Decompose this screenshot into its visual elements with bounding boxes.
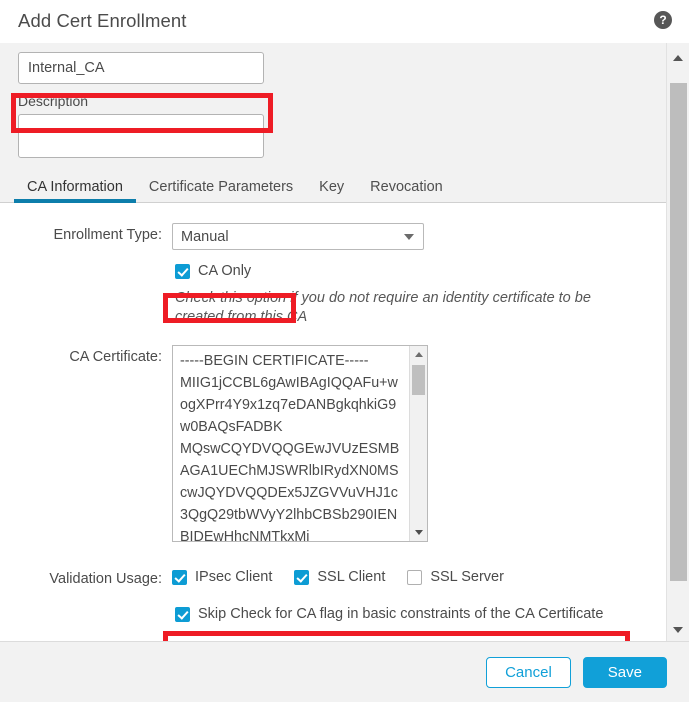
save-button[interactable]: Save [582,656,667,688]
description-input[interactable] [18,114,264,158]
dialog-scroll-content: Description CA Information Certificate P… [0,43,667,641]
page-scroll-up-arrow-icon[interactable] [667,49,689,67]
enrollment-type-row: Enrollment Type: Manual [0,223,667,250]
ca-only-label: CA Only [198,263,252,279]
scrollbar-thumb[interactable] [412,365,425,395]
dialog-scrollbar[interactable] [666,43,689,641]
ca-only-checkbox[interactable]: CA Only [175,263,251,279]
ca-certificate-value: -----BEGIN CERTIFICATE----- MIIG1jCCBL6g… [180,353,400,542]
enrollment-type-label: Enrollment Type: [53,227,162,243]
skip-ca-flag-check-checkbox[interactable]: Skip Check for CA flag in basic constrai… [175,606,603,622]
skip-ca-flag-check-label: Skip Check for CA flag in basic constrai… [198,606,604,622]
validation-ipsec-client-checkbox[interactable]: IPsec Client [172,569,272,585]
enrollment-type-select[interactable]: Manual [172,223,424,250]
page-title: Add Cert Enrollment [18,10,187,32]
add-cert-enrollment-dialog: Add Cert Enrollment ? Description CA Inf… [0,0,689,702]
validation-usage-row: Validation Usage: IPsec Client SSL Clien… [0,567,667,587]
page-scrollbar-thumb[interactable] [670,83,687,581]
validation-ssl-server-checkbox[interactable]: SSL Server [407,569,504,585]
checkbox-icon [175,263,190,279]
checkbox-icon [172,569,187,585]
name-field-wrapper [18,52,264,84]
ca-only-row: CA Only [175,260,667,282]
dialog-titlebar: Add Cert Enrollment ? [0,0,689,43]
tab-revocation[interactable]: Revocation [357,179,456,203]
validation-usage-label: Validation Usage: [49,571,162,587]
chevron-down-icon [404,233,414,240]
ca-only-hint-text: Check this option if you do not require … [175,290,591,325]
dialog-body: Description CA Information Certificate P… [0,43,689,641]
skip-check-row: Skip Check for CA flag in basic constrai… [175,603,667,625]
ca-certificate-scrollbar[interactable] [409,346,427,541]
ca-certificate-row: CA Certificate: -----BEGIN CERTIFICATE--… [0,345,667,542]
validation-usage-group: IPsec Client SSL Client SSL Server [172,569,504,585]
validation-ssl-client-checkbox[interactable]: SSL Client [294,569,385,585]
description-label: Description [18,93,89,109]
dialog-footer: Cancel Save [0,641,689,702]
checkbox-icon [175,606,190,622]
enrollment-name-input[interactable] [18,52,264,84]
ca-information-panel: Enrollment Type: Manual CA Only Check th… [0,203,667,641]
enrollment-header-fields: Description [0,43,667,163]
checkbox-icon [294,569,310,585]
ca-certificate-textarea[interactable]: -----BEGIN CERTIFICATE----- MIIG1jCCBL6g… [172,345,428,542]
scroll-up-arrow-icon[interactable] [410,347,427,362]
validation-ssl-server-label: SSL Server [430,569,504,585]
help-icon[interactable]: ? [654,11,672,29]
ca-certificate-label: CA Certificate: [69,349,162,365]
tab-certificate-parameters[interactable]: Certificate Parameters [136,179,306,203]
checkbox-icon [407,569,423,585]
page-scroll-down-arrow-icon[interactable] [667,621,689,639]
tab-ca-information[interactable]: CA Information [14,179,136,203]
validation-ipsec-client-label: IPsec Client [195,569,273,585]
scroll-down-arrow-icon[interactable] [410,525,427,540]
validation-ssl-client-label: SSL Client [317,569,386,585]
tab-key[interactable]: Key [306,179,357,203]
cancel-button[interactable]: Cancel [486,656,571,688]
enrollment-type-value: Manual [181,228,229,245]
tab-bar: CA Information Certificate Parameters Ke… [0,172,667,203]
